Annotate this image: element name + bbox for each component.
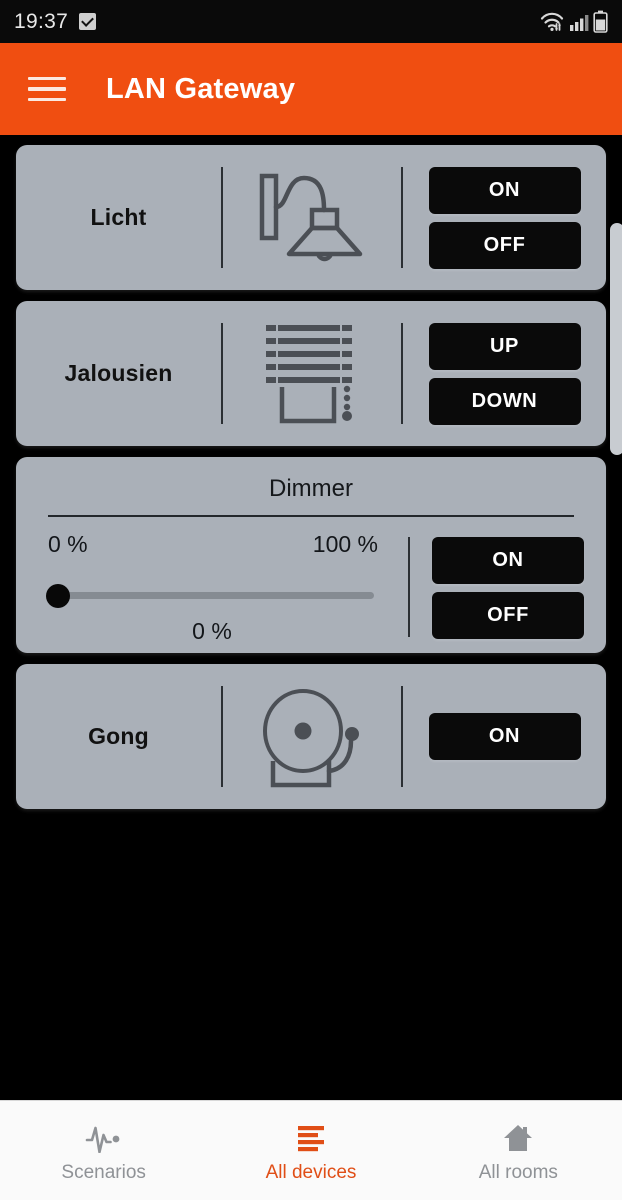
device-card-gong: Gong ON bbox=[16, 664, 606, 809]
nav-item-all-rooms[interactable]: All rooms bbox=[415, 1117, 622, 1184]
nav-label: All devices bbox=[265, 1162, 357, 1183]
divider bbox=[48, 515, 574, 517]
window-blinds-icon bbox=[223, 301, 401, 446]
device-list: Licht ON OFF Jalousien UP DOWN Dimmer 0 … bbox=[0, 135, 622, 809]
jalousien-up-button[interactable]: UP bbox=[428, 322, 581, 370]
house-icon bbox=[501, 1123, 535, 1153]
slider-track bbox=[52, 592, 374, 599]
status-bar-left: 19:37 bbox=[14, 9, 97, 34]
hamburger-line bbox=[28, 97, 66, 102]
device-card-licht: Licht ON OFF bbox=[16, 145, 606, 290]
hamburger-line bbox=[28, 76, 66, 81]
dimmer-title: Dimmer bbox=[269, 475, 353, 502]
nav-label: Scenarios bbox=[61, 1162, 146, 1183]
dimmer-body: 0 % 100 % 0 % ON OFF bbox=[16, 531, 606, 645]
checkbox-checked-icon bbox=[79, 13, 97, 30]
device-name: Jalousien bbox=[64, 360, 173, 386]
vertical-scrollbar[interactable] bbox=[610, 223, 622, 455]
jalousien-down-button[interactable]: DOWN bbox=[428, 377, 581, 425]
cell-signal-icon bbox=[569, 12, 589, 32]
dimmer-current-value: 0 % bbox=[192, 618, 232, 644]
nav-item-all-devices[interactable]: All devices bbox=[207, 1117, 414, 1184]
gong-bell-icon bbox=[223, 664, 401, 809]
dimmer-min-label: 0 % bbox=[48, 531, 88, 557]
bottom-navigation: Scenarios All devices All rooms bbox=[0, 1100, 622, 1200]
nav-item-scenarios[interactable]: Scenarios bbox=[0, 1117, 207, 1184]
page-title: LAN Gateway bbox=[106, 72, 296, 105]
dimmer-controls: ON OFF bbox=[410, 531, 606, 645]
licht-on-button[interactable]: ON bbox=[428, 166, 581, 214]
pulse-activity-icon bbox=[85, 1123, 123, 1153]
dimmer-scale: 0 % 100 % bbox=[34, 531, 390, 558]
list-lines-icon bbox=[294, 1123, 328, 1153]
battery-icon bbox=[593, 10, 608, 33]
device-name: Gong bbox=[88, 723, 149, 749]
wall-lamp-icon bbox=[223, 145, 401, 290]
licht-off-button[interactable]: OFF bbox=[428, 221, 581, 269]
device-controls: UP DOWN bbox=[403, 301, 606, 446]
status-bar-right bbox=[539, 0, 608, 43]
slider-thumb[interactable] bbox=[46, 584, 70, 608]
device-controls: ON bbox=[403, 664, 606, 809]
hamburger-line bbox=[28, 87, 66, 91]
dimmer-slider[interactable] bbox=[34, 558, 390, 612]
status-bar: 19:37 bbox=[0, 0, 622, 43]
device-card-jalousien: Jalousien UP DOWN bbox=[16, 301, 606, 446]
dimmer-on-button[interactable]: ON bbox=[432, 537, 584, 584]
device-name: Licht bbox=[90, 204, 147, 230]
wifi-icon bbox=[539, 11, 565, 33]
gong-on-button[interactable]: ON bbox=[428, 713, 581, 760]
status-bar-clock: 19:37 bbox=[14, 9, 69, 33]
app-bar: LAN Gateway bbox=[0, 43, 622, 135]
hamburger-menu-icon[interactable] bbox=[28, 76, 66, 102]
dimmer-off-button[interactable]: OFF bbox=[432, 592, 584, 639]
dimmer-slider-area: 0 % 100 % 0 % bbox=[16, 531, 408, 645]
device-card-dimmer: Dimmer 0 % 100 % 0 % ON OFF bbox=[16, 457, 606, 653]
device-controls: ON OFF bbox=[403, 145, 606, 290]
dimmer-max-label: 100 % bbox=[312, 531, 378, 557]
nav-label: All rooms bbox=[478, 1162, 558, 1183]
